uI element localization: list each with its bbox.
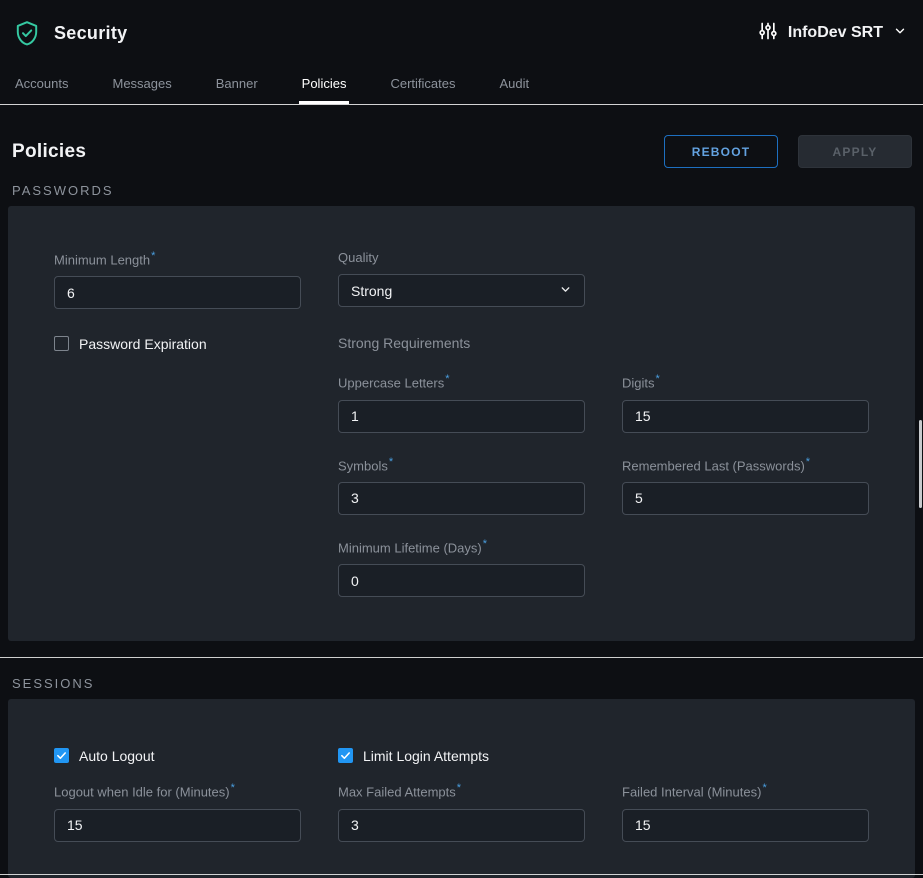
failed-interval-input[interactable] [622, 809, 869, 842]
required-marker: * [656, 373, 660, 385]
apply-button[interactable]: APPLY [798, 135, 912, 168]
sessions-card: Auto Logout Limit Login Attempts Logout … [8, 699, 915, 877]
max-failed-attempts-input[interactable] [338, 809, 585, 842]
password-expiration-checkbox[interactable]: Password Expiration [54, 335, 301, 352]
minimum-length-input[interactable] [54, 276, 301, 309]
password-expiration-label: Password Expiration [79, 336, 207, 352]
tune-sliders-icon [758, 21, 778, 46]
remembered-last-input[interactable] [622, 482, 869, 515]
quality-select[interactable]: Strong [338, 274, 585, 307]
tab-accounts[interactable]: Accounts [12, 66, 71, 104]
auto-logout-label: Auto Logout [79, 748, 155, 764]
security-shield-icon [14, 18, 42, 48]
page-title: Policies [12, 141, 86, 163]
passwords-section-label: PASSWORDS [12, 183, 923, 198]
minimum-length-label: Minimum Length* [54, 250, 301, 267]
logout-idle-input[interactable] [54, 809, 301, 842]
required-marker: * [231, 782, 235, 794]
minimum-lifetime-label: Minimum Lifetime (Days)* [338, 538, 585, 555]
symbols-input[interactable] [338, 482, 585, 515]
quality-label: Quality [338, 250, 585, 265]
title-row: Policies REBOOT APPLY [12, 135, 912, 168]
tab-bar: Accounts Messages Banner Policies Certif… [0, 66, 923, 105]
digits-input[interactable] [622, 400, 869, 433]
section-divider [0, 657, 923, 658]
device-selector[interactable]: InfoDev SRT [758, 21, 907, 46]
uppercase-letters-input[interactable] [338, 400, 585, 433]
required-marker: * [762, 782, 766, 794]
quality-selected-value: Strong [351, 283, 392, 299]
minimum-lifetime-input[interactable] [338, 564, 585, 597]
required-marker: * [457, 782, 461, 794]
action-buttons: REBOOT APPLY [664, 135, 912, 168]
app-title: Security [54, 23, 127, 44]
required-marker: * [445, 373, 449, 385]
tab-policies[interactable]: Policies [299, 66, 350, 104]
logout-idle-label: Logout when Idle for (Minutes)* [54, 782, 301, 799]
limit-login-attempts-label: Limit Login Attempts [363, 748, 489, 764]
reboot-button[interactable]: REBOOT [664, 135, 778, 168]
required-marker: * [483, 538, 487, 550]
checkbox-unchecked-icon [54, 336, 69, 351]
required-marker: * [806, 456, 810, 468]
limit-login-attempts-checkbox[interactable]: Limit Login Attempts [338, 747, 585, 764]
chevron-down-icon [893, 24, 907, 43]
passwords-card: Minimum Length* Quality Strong Password … [8, 206, 915, 641]
digits-label: Digits* [622, 373, 869, 390]
checkbox-checked-icon [338, 748, 353, 763]
bottom-divider [0, 874, 923, 875]
max-failed-attempts-label: Max Failed Attempts* [338, 782, 585, 799]
checkbox-checked-icon [54, 748, 69, 763]
uppercase-letters-label: Uppercase Letters* [338, 373, 585, 390]
device-name: InfoDev SRT [788, 24, 883, 42]
vertical-scrollbar-thumb[interactable] [919, 420, 922, 508]
sessions-section-label: SESSIONS [12, 676, 923, 691]
required-marker: * [389, 456, 393, 468]
symbols-label: Symbols* [338, 456, 585, 473]
tab-certificates[interactable]: Certificates [387, 66, 458, 104]
remembered-last-label: Remembered Last (Passwords)* [622, 456, 869, 473]
chevron-down-icon [559, 283, 572, 299]
auto-logout-checkbox[interactable]: Auto Logout [54, 747, 301, 764]
tab-banner[interactable]: Banner [213, 66, 261, 104]
app-header: Security InfoDev SRT [0, 0, 923, 66]
failed-interval-label: Failed Interval (Minutes)* [622, 782, 869, 799]
tab-audit[interactable]: Audit [496, 66, 532, 104]
tab-messages[interactable]: Messages [109, 66, 174, 104]
strong-requirements-label: Strong Requirements [338, 335, 470, 351]
required-marker: * [151, 250, 155, 262]
